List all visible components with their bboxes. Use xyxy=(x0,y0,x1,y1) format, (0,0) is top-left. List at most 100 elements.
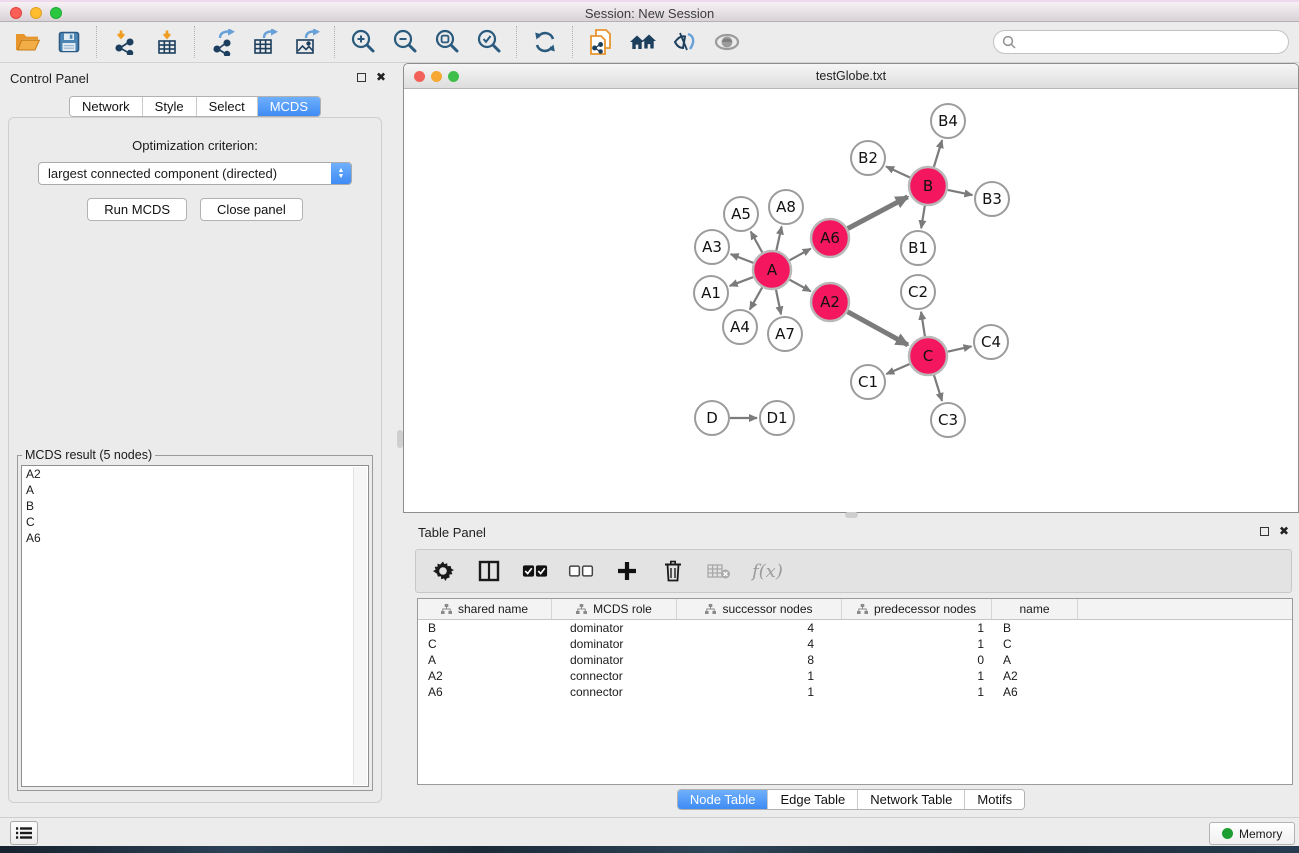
graph-edge-B-B4[interactable] xyxy=(934,140,942,167)
search-box[interactable] xyxy=(993,30,1289,54)
graph-edge-C-C1[interactable] xyxy=(886,364,909,374)
eye-icon[interactable] xyxy=(710,26,744,58)
table-cell[interactable]: 8 xyxy=(677,653,842,667)
column-panel-icon[interactable] xyxy=(476,558,502,584)
graph-edge-A-A8[interactable] xyxy=(776,227,781,251)
mcds-result-item[interactable]: A2 xyxy=(22,466,368,482)
column-header-MCDS-role[interactable]: MCDS role xyxy=(552,599,677,619)
zoom-in-icon[interactable] xyxy=(346,26,380,58)
open-file-icon[interactable] xyxy=(10,26,44,58)
table-cell[interactable]: 4 xyxy=(677,637,842,651)
table-row[interactable]: Cdominator41C xyxy=(418,636,1292,652)
table-row[interactable]: A6connector11A6 xyxy=(418,684,1292,700)
table-cell[interactable]: 1 xyxy=(842,621,992,635)
column-header-predecessor-nodes[interactable]: predecessor nodes xyxy=(842,599,992,619)
table-cell[interactable]: A xyxy=(992,653,1078,667)
zoom-out-icon[interactable] xyxy=(388,26,422,58)
table-row[interactable]: A2connector11A2 xyxy=(418,668,1292,684)
column-header-successor-nodes[interactable]: successor nodes xyxy=(677,599,842,619)
mcds-result-item[interactable]: B xyxy=(22,498,368,514)
graph-edge-A-A7[interactable] xyxy=(776,290,781,315)
delete-column-icon[interactable] xyxy=(660,558,686,584)
table-cell[interactable]: 1 xyxy=(842,685,992,699)
control-panel-float-icon[interactable] xyxy=(357,73,366,82)
export-image-icon[interactable] xyxy=(290,26,324,58)
task-history-button[interactable] xyxy=(10,821,38,845)
mcds-result-list[interactable]: A2ABCA6 xyxy=(21,465,369,787)
network-overview-icon[interactable] xyxy=(626,26,660,58)
export-network-icon[interactable] xyxy=(206,26,240,58)
mcds-result-item[interactable]: C xyxy=(22,514,368,530)
table-cell[interactable]: A2 xyxy=(418,669,552,683)
table-cell[interactable]: A2 xyxy=(992,669,1078,683)
tab-edge-table[interactable]: Edge Table xyxy=(767,790,857,809)
table-cell[interactable]: dominator xyxy=(552,637,677,651)
search-input[interactable] xyxy=(1021,34,1280,50)
save-session-icon[interactable] xyxy=(52,26,86,58)
table-panel-close-icon[interactable]: ✖ xyxy=(1279,526,1289,536)
network-canvas[interactable]: B4B2BB3A5A8A6B1A3AC2A1A2A4A7C4CC1C3DD1 xyxy=(405,89,1297,511)
table-cell[interactable]: B xyxy=(992,621,1078,635)
graph-edge-C-C3[interactable] xyxy=(934,375,942,401)
graph-edge-C-C4[interactable] xyxy=(948,346,972,351)
table-cell[interactable]: B xyxy=(418,621,552,635)
zoom-fit-icon[interactable] xyxy=(430,26,464,58)
tab-motifs[interactable]: Motifs xyxy=(964,790,1024,809)
graph-edge-B-B1[interactable] xyxy=(921,206,925,229)
graph-edge-A-A1[interactable] xyxy=(730,277,754,286)
select-all-columns-icon[interactable] xyxy=(522,558,548,584)
graph-edge-A-A4[interactable] xyxy=(750,287,762,309)
mcds-result-item[interactable]: A6 xyxy=(22,530,368,546)
column-header-name[interactable]: name xyxy=(992,599,1078,619)
table-settings-gear-icon[interactable] xyxy=(430,558,456,584)
graph-edge-A-A6[interactable] xyxy=(790,249,811,261)
column-header-shared-name[interactable]: shared name xyxy=(418,599,552,619)
tab-mcds[interactable]: MCDS xyxy=(257,97,320,116)
graph-edge-A-A3[interactable] xyxy=(731,254,754,263)
table-panel-float-icon[interactable] xyxy=(1260,527,1269,536)
graph-edge-C-C2[interactable] xyxy=(921,312,925,336)
run-mcds-button[interactable]: Run MCDS xyxy=(87,198,187,221)
graph-edge-A6-B[interactable] xyxy=(848,197,908,229)
graph-edge-B-B3[interactable] xyxy=(948,190,973,195)
tab-network-table[interactable]: Network Table xyxy=(857,790,964,809)
memory-button[interactable]: Memory xyxy=(1209,822,1295,845)
vertical-split-handle[interactable] xyxy=(397,430,403,448)
graph-edge-A-A2[interactable] xyxy=(790,280,811,292)
tab-node-table[interactable]: Node Table xyxy=(678,790,768,809)
graph-edge-A2-C[interactable] xyxy=(848,312,908,345)
tab-style[interactable]: Style xyxy=(142,97,196,116)
table-row[interactable]: Bdominator41B xyxy=(418,620,1292,636)
mcds-result-item[interactable]: A xyxy=(22,482,368,498)
table-cell[interactable]: 1 xyxy=(842,669,992,683)
table-cell[interactable]: 1 xyxy=(842,637,992,651)
table-cell[interactable]: 0 xyxy=(842,653,992,667)
table-cell[interactable]: A6 xyxy=(992,685,1078,699)
tab-select[interactable]: Select xyxy=(196,97,257,116)
deselect-all-columns-icon[interactable] xyxy=(568,558,594,584)
horizontal-split-handle[interactable] xyxy=(845,512,858,518)
refresh-view-icon[interactable] xyxy=(528,26,562,58)
show-hide-graphics-details-icon[interactable] xyxy=(668,26,702,58)
table-cell[interactable]: connector xyxy=(552,685,677,699)
table-cell[interactable]: C xyxy=(992,637,1078,651)
table-cell[interactable]: connector xyxy=(552,669,677,683)
import-table-icon[interactable] xyxy=(150,26,184,58)
table-cell[interactable]: 1 xyxy=(677,669,842,683)
table-row[interactable]: Adominator80A xyxy=(418,652,1292,668)
new-network-from-selection-icon[interactable] xyxy=(584,26,618,58)
table-cell[interactable]: dominator xyxy=(552,621,677,635)
close-panel-button[interactable]: Close panel xyxy=(200,198,303,221)
table-cell[interactable]: dominator xyxy=(552,653,677,667)
control-panel-close-icon[interactable]: ✖ xyxy=(376,72,386,82)
tab-network[interactable]: Network xyxy=(70,97,142,116)
import-network-icon[interactable] xyxy=(108,26,142,58)
zoom-selected-icon[interactable] xyxy=(472,26,506,58)
table-cell[interactable]: A xyxy=(418,653,552,667)
table-cell[interactable]: A6 xyxy=(418,685,552,699)
table-cell[interactable]: 4 xyxy=(677,621,842,635)
table-cell[interactable]: C xyxy=(418,637,552,651)
optimization-criterion-select[interactable]: largest connected component (directed) ▲… xyxy=(38,162,352,185)
mcds-list-scrollbar[interactable] xyxy=(353,467,367,785)
table-cell[interactable]: 1 xyxy=(677,685,842,699)
